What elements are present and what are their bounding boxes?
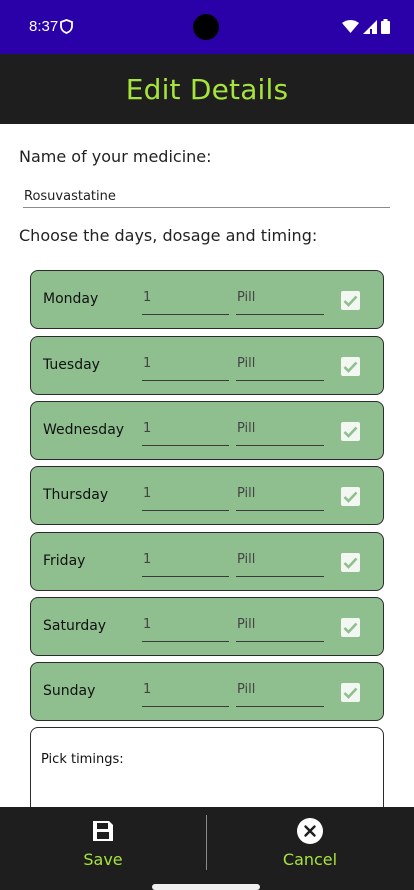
timings-label: Pick timings:: [41, 752, 124, 767]
day-name: Saturday: [43, 618, 107, 634]
status-icons: [342, 19, 390, 34]
day-row-sunday: Sunday: [30, 662, 384, 721]
checkmark-icon: [343, 622, 358, 634]
camera-cutout: [193, 14, 219, 40]
day-row-friday: Friday: [30, 532, 384, 591]
save-button[interactable]: Save: [0, 807, 206, 882]
unit-input[interactable]: [236, 288, 324, 315]
checkmark-icon: [343, 361, 358, 373]
medicine-name-label: Name of your medicine:: [19, 147, 212, 166]
home-indicator: [152, 884, 260, 890]
unit-input[interactable]: [236, 615, 324, 642]
checkmark-icon: [343, 491, 358, 503]
checkmark-icon: [343, 687, 358, 699]
day-row-saturday: Saturday: [30, 597, 384, 656]
dose-input[interactable]: [142, 288, 229, 315]
dose-input[interactable]: [142, 615, 229, 642]
dose-input[interactable]: [142, 550, 229, 577]
dose-input[interactable]: [142, 484, 229, 511]
day-name: Monday: [43, 291, 99, 307]
shield-icon: [60, 19, 73, 34]
day-checkbox[interactable]: [341, 553, 360, 572]
signal-icon: [363, 19, 377, 34]
day-name: Friday: [43, 553, 86, 569]
status-bar: 8:37: [0, 0, 414, 54]
day-row-monday: Monday: [30, 270, 384, 329]
checkmark-icon: [343, 426, 358, 438]
unit-input[interactable]: [236, 680, 324, 707]
day-checkbox[interactable]: [341, 291, 360, 310]
close-circle-icon: [297, 818, 323, 844]
day-row-thursday: Thursday: [30, 466, 384, 525]
day-checkbox[interactable]: [341, 422, 360, 441]
battery-icon: [381, 19, 390, 34]
day-checkbox[interactable]: [341, 487, 360, 506]
day-row-wednesday: Wednesday: [30, 401, 384, 460]
timings-card[interactable]: Pick timings:: [30, 727, 384, 807]
day-checkbox[interactable]: [341, 618, 360, 637]
dose-input[interactable]: [142, 419, 229, 446]
dose-input[interactable]: [142, 680, 229, 707]
day-name: Sunday: [43, 683, 96, 699]
floppy-disk-icon: [93, 821, 113, 841]
status-time: 8:37: [29, 18, 59, 35]
day-name: Thursday: [43, 487, 109, 503]
unit-input[interactable]: [236, 419, 324, 446]
dose-input[interactable]: [142, 354, 229, 381]
checkmark-icon: [343, 295, 358, 307]
medicine-name-input[interactable]: [23, 186, 390, 208]
cancel-button[interactable]: Cancel: [207, 807, 413, 882]
day-name: Tuesday: [43, 357, 100, 373]
bottom-action-bar: Save Cancel: [0, 807, 414, 890]
cancel-label: Cancel: [282, 850, 338, 869]
day-name: Wednesday: [43, 422, 125, 438]
day-checkbox[interactable]: [341, 683, 360, 702]
wifi-icon: [342, 20, 359, 33]
edit-form: Name of your medicine: Choose the days, …: [0, 124, 414, 807]
save-label: Save: [83, 850, 123, 869]
schedule-label: Choose the days, dosage and timing:: [19, 226, 318, 245]
page-title: Edit Details: [125, 72, 289, 106]
checkmark-icon: [343, 557, 358, 569]
day-checkbox[interactable]: [341, 357, 360, 376]
unit-input[interactable]: [236, 484, 324, 511]
unit-input[interactable]: [236, 354, 324, 381]
unit-input[interactable]: [236, 550, 324, 577]
day-row-tuesday: Tuesday: [30, 336, 384, 395]
app-bar: Edit Details: [0, 54, 414, 124]
